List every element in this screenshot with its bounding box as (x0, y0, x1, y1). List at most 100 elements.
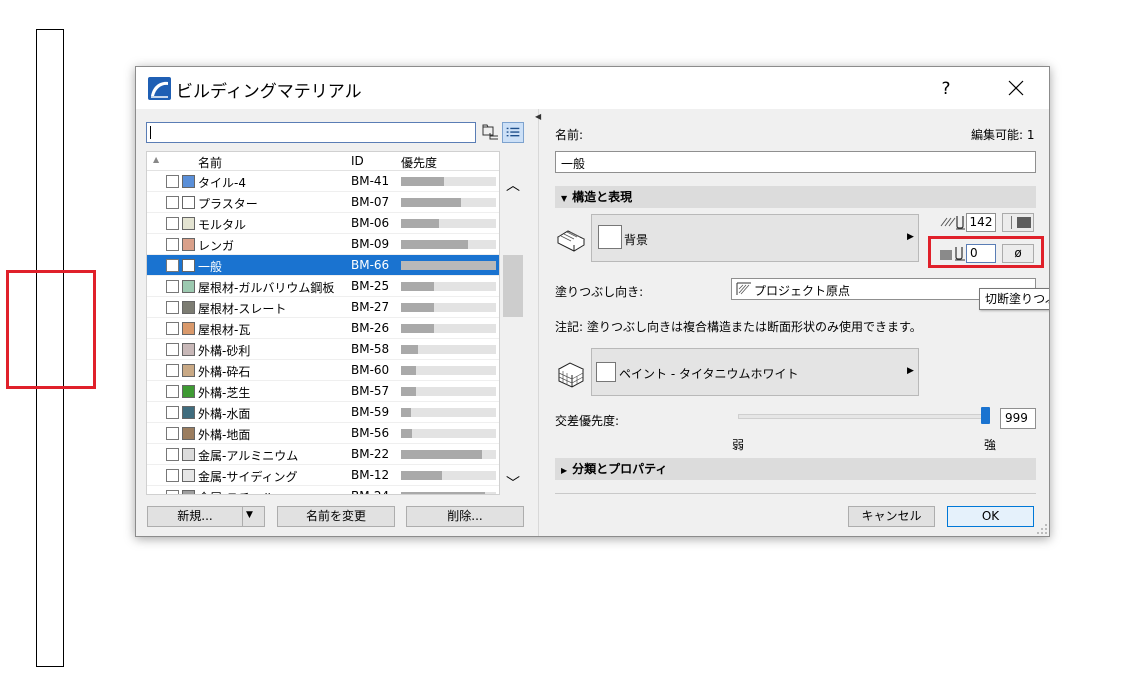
scroll-thumb[interactable] (503, 255, 523, 317)
material-id: BM-07 (351, 195, 390, 209)
column-header-id[interactable]: ID (351, 154, 364, 168)
list-item-checkbox[interactable] (166, 385, 179, 398)
list-item[interactable]: プラスター BM-07 (147, 192, 499, 213)
list-item-checkbox[interactable] (166, 343, 179, 356)
list-item[interactable]: 屋根材-瓦 BM-26 (147, 318, 499, 339)
ok-button[interactable]: OK (947, 506, 1034, 527)
list-item-checkbox[interactable] (166, 427, 179, 440)
close-icon[interactable] (996, 76, 1036, 102)
vertical-scrollbar[interactable]: ︿ ﹀ (501, 151, 525, 495)
chevron-down-icon[interactable]: ▼ (246, 510, 253, 520)
building-material-dialog: ビルディングマテリアル ? ▲ 名前 ID 優先度 タイル-4 BM-41 プラスタ… (135, 66, 1050, 537)
rename-button[interactable]: 名前を変更 (277, 506, 395, 527)
list-item[interactable]: 外構-芝生 BM-57 (147, 381, 499, 402)
column-header-name[interactable]: 名前 (198, 154, 222, 171)
material-swatch (182, 217, 195, 230)
list-item-checkbox[interactable] (166, 175, 179, 188)
list-item-checkbox[interactable] (166, 259, 179, 272)
material-name: 金属-アルミニウム (198, 449, 299, 463)
priority-slider-thumb[interactable] (981, 407, 990, 424)
list-view-icon[interactable] (502, 122, 524, 143)
list-item[interactable]: 外構-砂利 BM-58 (147, 339, 499, 360)
list-item[interactable]: 外構-砕石 BM-60 (147, 360, 499, 381)
list-item[interactable]: 金属-サイディング BM-12 (147, 465, 499, 486)
material-id: BM-25 (351, 279, 390, 293)
list-item[interactable]: モルタル BM-06 (147, 213, 499, 234)
list-item[interactable]: 屋根材-ガルバリウム鋼板 BM-25 (147, 276, 499, 297)
folder-view-icon[interactable] (482, 123, 500, 142)
fill-pen-color-swatch[interactable] (1002, 213, 1034, 232)
material-id: BM-56 (351, 426, 390, 440)
pen-color (1017, 217, 1031, 228)
material-swatch (182, 364, 195, 377)
help-button[interactable]: ? (926, 76, 966, 102)
priority-bar (401, 282, 496, 291)
chevron-right-icon: ▶ (907, 232, 914, 242)
material-id: BM-09 (351, 237, 390, 251)
material-name: 屋根材-ガルバリウム鋼板 (198, 281, 335, 295)
priority-bar-fill (401, 282, 434, 291)
name-input[interactable]: 一般 (555, 151, 1036, 173)
resize-grip-icon[interactable] (1036, 523, 1048, 535)
fill-pen-number[interactable]: 142 (966, 213, 996, 232)
material-name: 外構-砂利 (198, 344, 251, 358)
list-item-checkbox[interactable] (166, 469, 179, 482)
cut-fill-selector[interactable]: 背景 ▶ (591, 214, 919, 262)
list-item-checkbox[interactable] (166, 196, 179, 209)
priority-bar (401, 408, 496, 417)
fill-orientation-label: 塗りつぶし向き: (555, 285, 644, 299)
list-item[interactable]: タイル-4 BM-41 (147, 171, 499, 192)
column-header-priority[interactable]: 優先度 (401, 154, 437, 171)
list-item[interactable]: 金属-スチール BM-24 (147, 486, 499, 494)
collapse-panel-icon[interactable]: ◀ (535, 112, 541, 121)
material-list: ▲ 名前 ID 優先度 タイル-4 BM-41 プラスター BM-07 モルタル BM-0… (146, 151, 500, 495)
material-id: BM-24 (351, 489, 389, 494)
list-item-checkbox[interactable] (166, 322, 179, 335)
list-item-checkbox[interactable] (166, 364, 179, 377)
title-bar: ビルディングマテリアル ? (136, 67, 1049, 109)
text-caret (150, 126, 151, 139)
list-item[interactable]: 金属-アルミニウム BM-22 (147, 444, 499, 465)
cancel-button[interactable]: キャンセル (848, 506, 935, 527)
material-name: 外構-砕石 (198, 365, 251, 379)
new-button-label: 新規... (177, 509, 213, 523)
list-item[interactable]: 一般 BM-66 (147, 255, 499, 276)
note-text: 注記: 塗りつぶし向きは複合構造または断面形状のみ使用できます。 (555, 320, 922, 334)
surface-selector[interactable]: ペイント - タイタニウムホワイト ▶ (591, 348, 919, 396)
divider (555, 493, 1036, 494)
material-id: BM-66 (351, 258, 390, 272)
priority-bar-fill (401, 366, 416, 375)
material-swatch (182, 490, 195, 494)
chevron-down-icon: ▼ (561, 194, 568, 203)
priority-value-input[interactable]: 999 (1000, 408, 1036, 429)
scroll-down-icon[interactable]: ﹀ (501, 473, 525, 492)
search-input[interactable] (146, 122, 476, 143)
material-name: 外構-芝生 (198, 386, 251, 400)
delete-button[interactable]: 削除... (406, 506, 524, 527)
material-list-panel: ▲ 名前 ID 優先度 タイル-4 BM-41 プラスター BM-07 モルタル BM-0… (136, 109, 536, 536)
priority-bar (401, 177, 496, 186)
list-item[interactable]: 外構-地面 BM-56 (147, 423, 499, 444)
list-item[interactable]: 外構-水面 BM-59 (147, 402, 499, 423)
list-item[interactable]: 屋根材-スレート BM-27 (147, 297, 499, 318)
list-item-checkbox[interactable] (166, 448, 179, 461)
editable-count: 編集可能: 1 (971, 128, 1035, 142)
project-origin-icon (736, 282, 751, 295)
classification-section-header[interactable]: ▶ 分類とプロパティ (555, 458, 1036, 480)
structure-section-header[interactable]: ▼ 構造と表現 (555, 186, 1036, 208)
priority-bar (401, 261, 496, 270)
list-item-checkbox[interactable] (166, 280, 179, 293)
list-item[interactable]: レンガ BM-09 (147, 234, 499, 255)
priority-bar (401, 429, 496, 438)
priority-bar-fill (401, 408, 411, 417)
list-item-checkbox[interactable] (166, 490, 179, 494)
material-swatch (182, 196, 195, 209)
material-name: モルタル (198, 218, 247, 232)
priority-slider-track[interactable] (738, 414, 988, 419)
list-item-checkbox[interactable] (166, 301, 179, 314)
list-item-checkbox[interactable] (166, 217, 179, 230)
sort-arrow-icon[interactable]: ▲ (153, 155, 159, 164)
scroll-up-icon[interactable]: ︿ (501, 175, 525, 194)
list-item-checkbox[interactable] (166, 238, 179, 251)
list-item-checkbox[interactable] (166, 406, 179, 419)
